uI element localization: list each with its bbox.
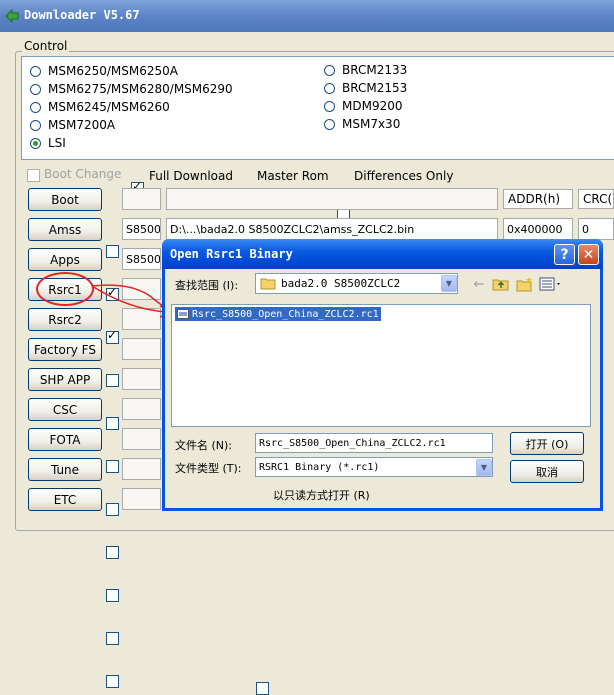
csc-button[interactable]: CSC: [28, 398, 102, 421]
radio-indicator: [30, 137, 41, 149]
readonly-label: 以只读方式打开 (R): [273, 489, 370, 502]
fota-model-field: [122, 428, 161, 450]
amss-model-field: S8500: [122, 218, 161, 240]
file-list[interactable]: [171, 304, 591, 427]
look-in-label: 查找范围 (I):: [175, 279, 239, 292]
rsrc1-checkbox[interactable]: [106, 374, 119, 387]
back-icon[interactable]: ←: [470, 276, 488, 292]
filename-label: 文件名 (N):: [175, 439, 233, 452]
etc-button[interactable]: ETC: [28, 488, 102, 511]
boot-model-field: [122, 188, 161, 210]
factory-fs-model-field: [122, 338, 161, 360]
radio-label: MSM6250/MSM6250A: [48, 64, 178, 78]
annotation-ellipse: [36, 272, 94, 306]
radio-brcm2133[interactable]: BRCM2133: [324, 61, 407, 79]
control-group-label: Control: [22, 39, 70, 53]
fota-button[interactable]: FOTA: [28, 428, 102, 451]
radio-label: MSM7200A: [48, 118, 116, 132]
radio-msm6250[interactable]: MSM6250/MSM6250A: [30, 62, 178, 80]
up-folder-icon[interactable]: [492, 276, 510, 292]
dialog-title-bar[interactable]: Open Rsrc1 Binary: [162, 239, 603, 269]
look-in-dropdown[interactable]: bada2.0 S8500ZCLC2: [255, 273, 458, 294]
full-download-label: Full Download: [149, 169, 233, 183]
look-in-value: bada2.0 S8500ZCLC2: [281, 277, 401, 290]
boot-path-field: [166, 188, 498, 210]
boot-button[interactable]: Boot: [28, 188, 102, 211]
amss-crc-field: 0: [578, 218, 614, 240]
radio-msm6245[interactable]: MSM6245/MSM6260: [30, 98, 170, 116]
radio-indicator: [324, 118, 335, 130]
file-name: Rsrc_S8500_Open_China_ZCLC2.rc1: [192, 308, 379, 320]
radio-indicator: [30, 65, 41, 77]
radio-label: MDM9200: [342, 99, 403, 113]
new-folder-icon[interactable]: [516, 276, 534, 292]
apps-button[interactable]: Apps: [28, 248, 102, 271]
csc-model-field: [122, 398, 161, 420]
radio-lsi[interactable]: LSI: [30, 134, 66, 152]
folder-icon: [260, 278, 276, 290]
radio-label: BRCM2133: [342, 63, 408, 77]
radio-indicator: [324, 82, 335, 94]
etc-model-field: [122, 488, 161, 510]
look-in-arrow-icon[interactable]: ▼: [441, 275, 457, 292]
window-title-bar[interactable]: Downloader V5.67: [0, 0, 614, 32]
addr-column-header: ADDR(h): [503, 189, 573, 209]
boot-checkbox[interactable]: [106, 245, 119, 258]
rsrc2-checkbox[interactable]: [106, 417, 119, 430]
amss-button[interactable]: Amss: [28, 218, 102, 241]
radio-label: BRCM2153: [342, 81, 408, 95]
close-button[interactable]: ✕: [578, 244, 599, 265]
radio-indicator: [30, 101, 41, 113]
radio-mdm9200[interactable]: MDM9200: [324, 97, 403, 115]
tune-button[interactable]: Tune: [28, 458, 102, 481]
amss-path-field: D:\...\bada2.0 S8500ZCLC2\amss_ZCLC2.bin: [166, 218, 498, 240]
radio-msm7200a[interactable]: MSM7200A: [30, 116, 115, 134]
factory-fs-button[interactable]: Factory FS: [28, 338, 102, 361]
file-icon: [177, 309, 189, 319]
tune-checkbox[interactable]: [106, 632, 119, 645]
chipset-radio-panel: MSM6250/MSM6250A MSM6275/MSM6280/MSM6290…: [21, 56, 614, 160]
radio-label: MSM6275/MSM6280/MSM6290: [48, 82, 233, 96]
fota-checkbox[interactable]: [106, 589, 119, 602]
filetype-arrow-icon[interactable]: ▼: [476, 459, 492, 476]
master-rom-label: Master Rom: [257, 169, 329, 183]
csc-checkbox[interactable]: [106, 546, 119, 559]
shp-app-model-field: [122, 368, 161, 390]
radio-label: MSM7x30: [342, 117, 401, 131]
readonly-checkbox[interactable]: [256, 682, 269, 695]
help-button[interactable]: ?: [554, 244, 575, 265]
shp-app-checkbox[interactable]: [106, 503, 119, 516]
radio-indicator: [324, 64, 335, 76]
view-menu-icon[interactable]: [539, 276, 563, 292]
tune-model-field: [122, 458, 161, 480]
radio-indicator: [324, 100, 335, 112]
crc-column-header: CRC(: [578, 189, 614, 209]
shp-app-button[interactable]: SHP APP: [28, 368, 102, 391]
apps-model-field: S8500: [122, 248, 161, 270]
radio-label: MSM6245/MSM6260: [48, 100, 170, 114]
app-arrow-icon: [5, 9, 19, 23]
apps-checkbox[interactable]: [106, 328, 119, 344]
factory-fs-checkbox[interactable]: [106, 460, 119, 473]
window-title: Downloader V5.67: [24, 8, 140, 22]
etc-checkbox[interactable]: [106, 675, 119, 688]
cancel-button[interactable]: 取消: [510, 460, 584, 483]
radio-msm6275[interactable]: MSM6275/MSM6280/MSM6290: [30, 80, 233, 98]
amss-addr-field: 0x400000: [503, 218, 573, 240]
file-list-item[interactable]: Rsrc_S8500_Open_China_ZCLC2.rc1: [175, 307, 381, 321]
open-button[interactable]: 打开 (O): [510, 432, 584, 455]
boot-change-checkbox[interactable]: [27, 169, 40, 182]
boot-change-label: Boot Change: [44, 167, 122, 181]
radio-brcm2153[interactable]: BRCM2153: [324, 79, 407, 97]
dialog-title: Open Rsrc1 Binary: [170, 247, 293, 261]
radio-msm7x30[interactable]: MSM7x30: [324, 115, 400, 133]
filetype-label: 文件类型 (T):: [175, 462, 242, 475]
radio-indicator: [30, 83, 41, 95]
filetype-dropdown[interactable]: RSRC1 Binary (*.rc1): [255, 457, 493, 477]
differences-only-label: Differences Only: [354, 169, 454, 183]
radio-indicator: [30, 119, 41, 131]
radio-label: LSI: [48, 136, 66, 150]
filename-input[interactable]: Rsrc_S8500_Open_China_ZCLC2.rc1: [255, 433, 493, 453]
